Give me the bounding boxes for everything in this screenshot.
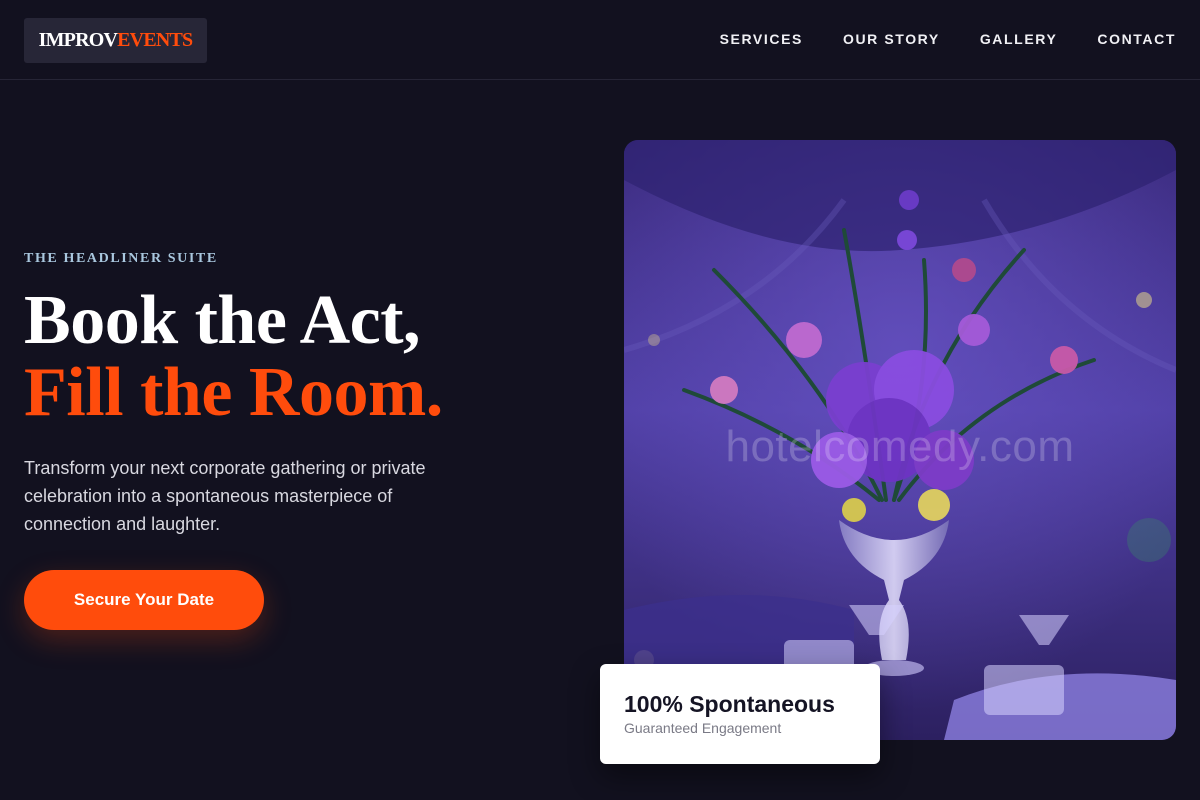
stat-card: 100% Spontaneous Guaranteed Engagement (600, 664, 880, 764)
hero-eyebrow: THE HEADLINER SUITE (24, 251, 218, 266)
nav-link-services[interactable]: SERVICES (720, 30, 803, 48)
stat-subtitle: Guaranteed Engagement (624, 720, 782, 736)
brand-logo[interactable]: IMPROV EVENTS (24, 18, 207, 63)
main-nav: SERVICES OUR STORY GALLERY CONTACT (720, 30, 1176, 48)
site-header: IMPROV EVENTS SERVICES OUR STORY GALLERY … (0, 0, 1200, 80)
stat-title: 100% Spontaneous (624, 691, 835, 717)
headline-line-2: Fill the Room. (24, 354, 443, 431)
nav-link-gallery[interactable]: GALLERY (980, 30, 1058, 48)
secure-your-date-button[interactable]: Secure Your Date (24, 570, 264, 630)
hero-description: Transform your next corporate gathering … (24, 458, 426, 534)
nav-link-our-story[interactable]: OUR STORY (843, 30, 940, 48)
hero-image-floral-centerpiece: hotelcomedy.com (624, 140, 1176, 740)
nav-link-contact[interactable]: CONTACT (1097, 30, 1176, 48)
hero-headline: Book the Act, Fill the Room. (24, 285, 443, 429)
headline-line-1: Book the Act, (24, 282, 420, 359)
logo-word-events: EVENTS (117, 29, 193, 51)
floral-centerpiece-illustration (624, 140, 1176, 740)
logo-word-improv: IMPROV (38, 29, 118, 51)
